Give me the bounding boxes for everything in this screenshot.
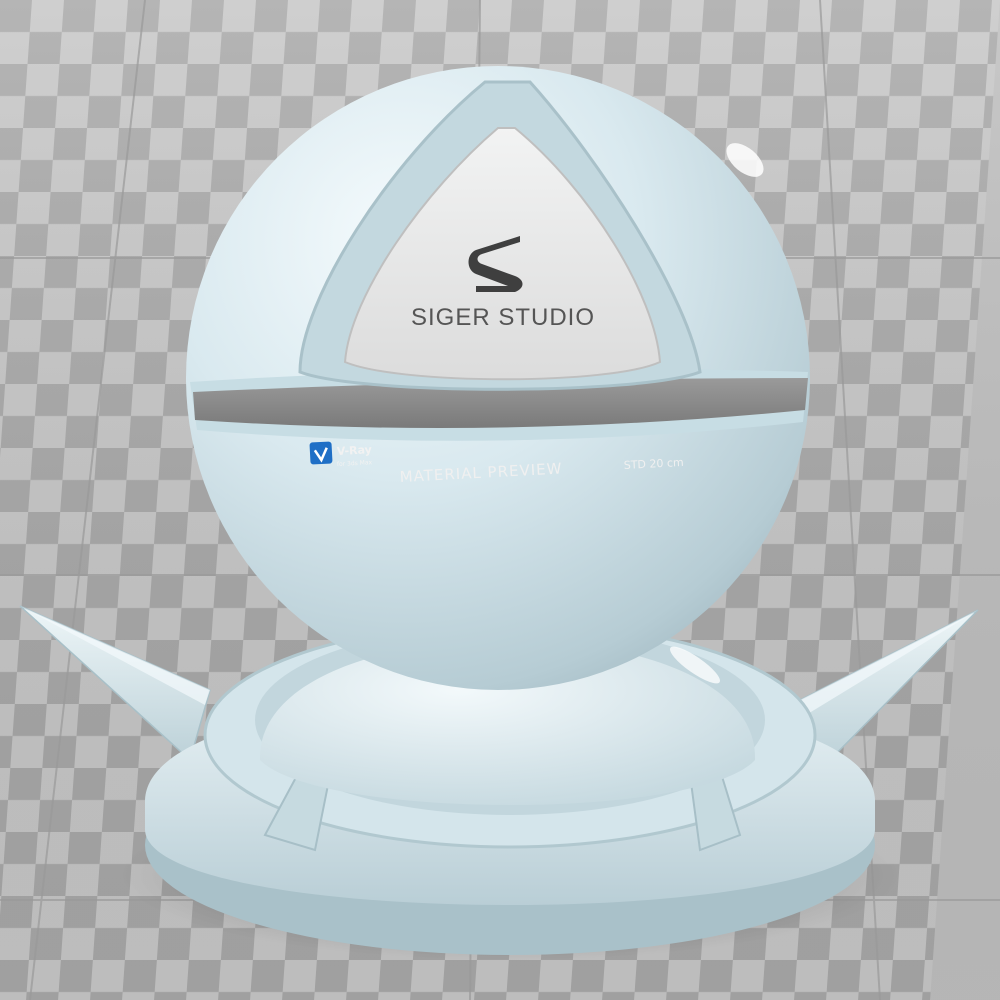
studio-name: SIGER STUDIO: [411, 304, 595, 331]
vray-badge: V-Ray for 3ds Max: [309, 441, 373, 468]
material-preview-render: SIGER STUDIO V-Ray for 3ds Max MATERIAL …: [0, 0, 1000, 1000]
renderer-name: V-Ray: [336, 443, 372, 458]
